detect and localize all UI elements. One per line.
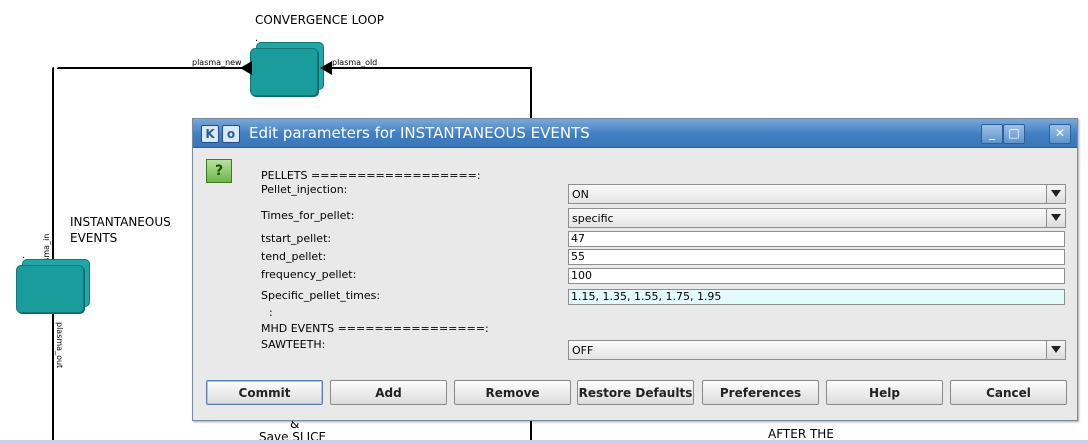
pellet-injection-value: ON [572, 188, 589, 201]
convergence-loop-actor[interactable] [250, 42, 324, 96]
after-the-label: AFTER THE [768, 427, 834, 441]
label-times-for-pellet: Times_for_pellet: [261, 209, 355, 222]
commit-button[interactable]: Commit [206, 380, 323, 405]
wire-loop-left [52, 67, 54, 279]
wire-plasma-new [57, 67, 251, 69]
sawteeth-value: OFF [572, 344, 594, 357]
add-button[interactable]: Add [330, 380, 447, 405]
edit-parameters-dialog: K o Edit parameters for INSTANTANEOUS EV… [192, 118, 1078, 421]
port-label-plasma-out: plasma_out [55, 322, 64, 369]
help-button[interactable]: Help [826, 380, 943, 405]
convergence-loop-title: CONVERGENCE LOOP [255, 13, 384, 27]
close-button[interactable]: ✕ [1049, 124, 1071, 144]
dialog-title-bar[interactable]: K o Edit parameters for INSTANTANEOUS EV… [193, 119, 1077, 148]
wire-plasma-old [322, 67, 532, 69]
wire-loop-right [530, 67, 532, 119]
app-k-icon: K [201, 125, 219, 143]
canvas-bottom-strip [0, 440, 1088, 444]
section-pellets: PELLETS ==================: [261, 169, 481, 182]
minimize-button[interactable]: _ [981, 124, 1003, 144]
tstart-pellet-input[interactable]: 47 [568, 231, 1065, 247]
actor-front-layer [250, 48, 318, 96]
restore-defaults-button[interactable]: Restore Defaults [577, 380, 694, 405]
maximize-button[interactable]: □ [1003, 124, 1025, 144]
instantaneous-events-actor[interactable] [16, 259, 90, 313]
label-pellet-injection: Pellet_injection: [261, 183, 348, 196]
ellipsis-colon: : [269, 306, 273, 319]
arrow-left-icon [240, 61, 252, 75]
chevron-down-icon[interactable] [1046, 341, 1065, 359]
section-mhd-events: MHD EVENTS ================: [261, 322, 489, 335]
specific-pellet-times-input[interactable]: 1.15, 1.35, 1.55, 1.75, 1.95 [568, 289, 1065, 305]
cancel-button[interactable]: Cancel [950, 380, 1067, 405]
label-tend-pellet: tend_pellet: [261, 250, 327, 263]
dialog-title: Edit parameters for INSTANTANEOUS EVENTS [249, 124, 590, 142]
instantaneous-events-title-2: EVENTS [70, 231, 118, 245]
port-label-plasma-old: plasma_old [332, 58, 378, 67]
instantaneous-events-title-1: INSTANTANEOUS [70, 215, 171, 229]
label-specific-pellet-times: Specific_pellet_times: [261, 289, 381, 302]
times-for-pellet-select[interactable]: specific [568, 208, 1066, 228]
chevron-down-icon[interactable] [1046, 209, 1065, 227]
pellet-injection-select[interactable]: ON [568, 184, 1066, 204]
label-sawteeth: SAWTEETH: [261, 338, 326, 351]
remove-button[interactable]: Remove [454, 380, 571, 405]
tend-pellet-input[interactable]: 55 [568, 249, 1065, 265]
chevron-down-icon[interactable] [1046, 185, 1065, 203]
arrow-left-icon [320, 61, 332, 75]
window-menu-icon[interactable]: o [222, 125, 240, 143]
frequency-pellet-input[interactable]: 100 [568, 268, 1065, 284]
times-for-pellet-value: specific [572, 212, 614, 225]
help-icon[interactable]: ? [206, 159, 232, 183]
label-frequency-pellet: frequency_pellet: [261, 268, 357, 281]
label-tstart-pellet: tstart_pellet: [261, 232, 332, 245]
preferences-button[interactable]: Preferences [702, 380, 819, 405]
actor-front-layer [16, 265, 84, 313]
wire-plasma-out [52, 310, 54, 444]
sawteeth-select[interactable]: OFF [568, 340, 1066, 360]
port-label-plasma-new: plasma_new [192, 58, 242, 67]
